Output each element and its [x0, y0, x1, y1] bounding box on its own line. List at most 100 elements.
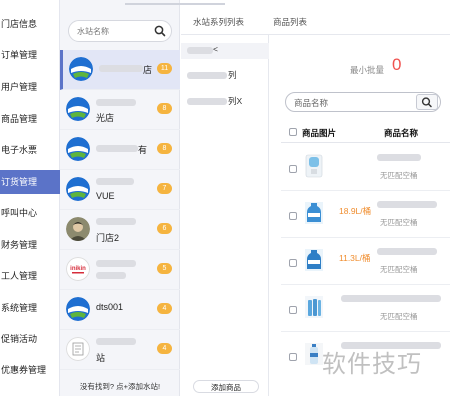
- goods-spec: 18.9L/桶: [339, 206, 372, 216]
- photo-avatar: [66, 217, 90, 241]
- table-row[interactable]: 无匹配空桶: [281, 144, 450, 191]
- globe-avatar: [66, 177, 90, 201]
- globe-avatar: [69, 57, 93, 81]
- bucket-status: 无匹配空桶: [380, 218, 418, 227]
- water-bottle-thumb: [303, 247, 325, 273]
- row-checkbox[interactable]: [289, 306, 297, 314]
- nav-item-coupons[interactable]: 优惠券管理: [0, 358, 60, 382]
- store-row[interactable]: 门店2 6: [60, 210, 180, 250]
- series-item[interactable]: 列: [187, 69, 263, 83]
- nav-item-store-info[interactable]: 门店信息: [0, 12, 60, 36]
- redacted-name: [377, 248, 437, 255]
- water-pack-thumb: [303, 294, 325, 320]
- water-bottle-thumb: [303, 200, 325, 226]
- table-row[interactable]: 11.3L/桶 无匹配空桶: [281, 238, 450, 285]
- row-checkbox[interactable]: [289, 165, 297, 173]
- series-item-label: <: [213, 44, 218, 54]
- redacted-name: [341, 295, 441, 302]
- store-name: dts001: [96, 302, 124, 312]
- column-header-name: 商品名称: [384, 128, 419, 138]
- redacted-name: [96, 272, 126, 279]
- tab-underline: [125, 3, 225, 5]
- redacted-name: [187, 98, 227, 105]
- goods-table-header: 商品图片 商品名称: [281, 121, 450, 143]
- add-goods-button[interactable]: 添加商品: [193, 380, 259, 393]
- water-dispenser-thumb: [303, 153, 325, 179]
- order-count-badge: 8: [157, 143, 172, 154]
- globe-avatar: [66, 137, 90, 161]
- nav-item-call-center[interactable]: 呼叫中心: [0, 201, 60, 225]
- nav-item-workers[interactable]: 工人管理: [0, 264, 60, 288]
- store-name: 有: [138, 145, 148, 155]
- redacted-name: [377, 201, 437, 208]
- redacted-name: [96, 218, 136, 225]
- store-row[interactable]: 有 8: [60, 130, 180, 170]
- store-row[interactable]: 光店 8: [60, 90, 180, 130]
- series-panel: < 列 列X 添加商品: [181, 35, 269, 396]
- order-count-badge: 5: [157, 263, 172, 274]
- order-count-badge: 6: [157, 223, 172, 234]
- row-checkbox[interactable]: [289, 212, 297, 220]
- order-count-badge: 11: [157, 63, 172, 74]
- table-row[interactable]: 无匹配空桶: [281, 285, 450, 332]
- nav-item-purchase-orders[interactable]: 订货管理: [0, 170, 60, 194]
- document-avatar: [66, 337, 90, 361]
- redacted-name: [96, 178, 134, 185]
- store-name: 站: [96, 353, 106, 363]
- store-row[interactable]: VUE 7: [60, 170, 180, 210]
- store-panel: 店 11 光店 8 有 8 VUE 7 门店2 6 inikin 5 dts00…: [60, 0, 225, 396]
- row-checkbox[interactable]: [289, 353, 297, 361]
- redacted-name: [96, 145, 138, 152]
- goods-search-input[interactable]: [294, 96, 404, 109]
- bucket-status: 无匹配空桶: [380, 171, 418, 180]
- series-item[interactable]: <: [181, 43, 269, 59]
- row-checkbox[interactable]: [289, 259, 297, 267]
- nav-item-finance[interactable]: 财务管理: [0, 233, 60, 257]
- order-count-badge: 7: [157, 183, 172, 194]
- redacted-name: [96, 99, 136, 106]
- store-name: VUE: [96, 191, 115, 201]
- store-row[interactable]: 站 4: [60, 330, 180, 370]
- redacted-name: [99, 65, 143, 72]
- store-search-input[interactable]: [77, 24, 147, 38]
- search-icon[interactable]: [416, 94, 438, 110]
- inikin-logo-avatar: inikin: [66, 257, 90, 281]
- nav-item-goods[interactable]: 商品管理: [0, 107, 60, 131]
- redacted-name: [187, 47, 213, 54]
- select-all-checkbox[interactable]: [289, 128, 297, 136]
- redacted-name: [96, 338, 136, 345]
- store-name: 门店2: [96, 233, 120, 243]
- series-item[interactable]: 列X: [187, 95, 263, 109]
- table-row[interactable]: 18.9L/桶 无匹配空桶: [281, 191, 450, 238]
- store-name: 光店: [96, 113, 115, 123]
- min-batch-value: 0: [392, 55, 402, 74]
- nav-item-promotions[interactable]: 促销活动: [0, 327, 60, 351]
- series-item-label: 列X: [228, 96, 243, 106]
- goods-search-box: [285, 92, 441, 112]
- order-count-badge: 8: [157, 103, 172, 114]
- redacted-name: [377, 154, 421, 161]
- store-row[interactable]: dts001 4: [60, 290, 180, 330]
- tab-station-series[interactable]: 水站系列列表: [193, 16, 244, 28]
- store-name: 店: [143, 65, 153, 75]
- search-icon[interactable]: [152, 23, 168, 39]
- svg-text:inikin: inikin: [70, 266, 86, 272]
- add-station-link[interactable]: 没有找到? 点+添加水站!: [60, 378, 180, 396]
- redacted-name: [96, 260, 136, 267]
- store-search-box: [68, 20, 172, 42]
- nav-item-users[interactable]: 用户管理: [0, 75, 60, 99]
- bucket-status: 无匹配空桶: [380, 312, 418, 321]
- store-row[interactable]: 店 11: [60, 50, 180, 90]
- order-count-badge: 4: [157, 343, 172, 354]
- bucket-status: 无匹配空桶: [380, 265, 418, 274]
- store-row[interactable]: inikin 5: [60, 250, 180, 290]
- main-nav: 门店信息 订单管理 用户管理 商品管理 电子水票 订货管理 呼叫中心 财务管理 …: [0, 0, 60, 396]
- series-item-label: 列: [228, 70, 237, 80]
- order-count-badge: 4: [157, 303, 172, 314]
- column-header-image: 商品图片: [302, 128, 337, 138]
- nav-item-e-ticket[interactable]: 电子水票: [0, 138, 60, 162]
- nav-item-orders[interactable]: 订单管理: [0, 43, 60, 67]
- redacted-name: [187, 72, 227, 79]
- tab-goods-list[interactable]: 商品列表: [273, 16, 307, 28]
- nav-item-system[interactable]: 系统管理: [0, 296, 60, 320]
